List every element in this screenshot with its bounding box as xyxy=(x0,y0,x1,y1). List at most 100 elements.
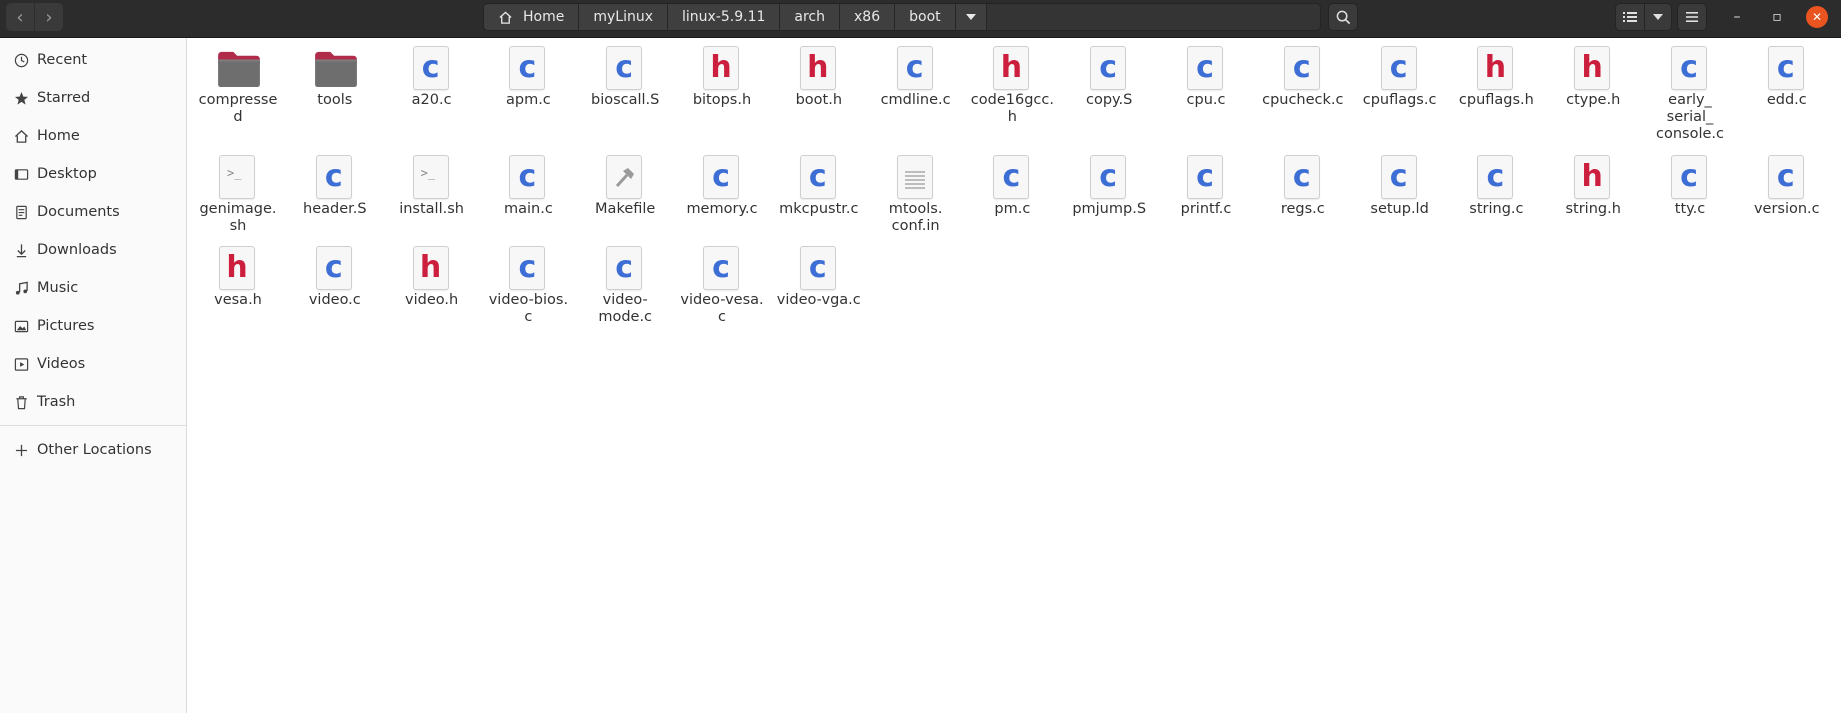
breadcrumb-label: Home xyxy=(523,9,565,25)
file-item[interactable]: >_ genimage. sh xyxy=(191,147,285,247)
forward-button[interactable]: › xyxy=(35,3,63,31)
list-view-button[interactable] xyxy=(1615,3,1645,31)
file-item[interactable]: h boot.h xyxy=(772,38,866,138)
file-item[interactable]: Makefile xyxy=(578,147,672,247)
file-item[interactable]: h cpuflags.h xyxy=(1449,38,1543,138)
file-name: string.c xyxy=(1469,201,1524,217)
text-file-icon xyxy=(895,155,937,199)
sidebar-item-pictures[interactable]: Pictures xyxy=(0,308,186,344)
file-type-glyph: c xyxy=(1196,159,1214,194)
c-source-file-icon: c xyxy=(1379,155,1421,199)
trash-icon xyxy=(13,394,29,410)
file-item[interactable]: tools xyxy=(288,38,382,138)
file-item[interactable]: c early_ serial_ console.c xyxy=(1643,38,1737,142)
file-item[interactable]: c printf.c xyxy=(1159,147,1253,247)
sidebar-item-downloads[interactable]: Downloads xyxy=(0,232,186,268)
back-button[interactable]: ‹ xyxy=(6,3,34,31)
breadcrumb-linux[interactable]: linux-5.9.11 xyxy=(668,4,781,30)
file-type-glyph: h xyxy=(419,250,442,285)
file-name: tools xyxy=(317,92,353,108)
file-item[interactable]: c header.S xyxy=(288,147,382,247)
file-item[interactable]: h vesa.h xyxy=(191,238,285,338)
file-name: apm.c xyxy=(505,92,551,108)
sidebar-item-label: Trash xyxy=(37,394,76,410)
file-item[interactable]: c main.c xyxy=(481,147,575,247)
file-item[interactable]: c pm.c xyxy=(965,147,1059,247)
file-name: main.c xyxy=(503,201,553,217)
file-item[interactable]: h code16gcc. h xyxy=(965,38,1059,138)
file-item[interactable]: c memory.c xyxy=(675,147,769,247)
sidebar-item-label: Pictures xyxy=(37,318,95,334)
file-type-glyph xyxy=(607,159,641,201)
c-header-file-icon: h xyxy=(411,246,453,290)
file-name: ctype.h xyxy=(1566,92,1621,108)
file-item[interactable]: c a20.c xyxy=(385,38,479,138)
menu-button[interactable] xyxy=(1677,3,1707,31)
file-item[interactable]: c copy.S xyxy=(1062,38,1156,138)
file-item[interactable]: c version.c xyxy=(1740,147,1834,247)
file-item[interactable]: mtools. conf.in xyxy=(869,147,963,247)
file-item[interactable]: c setup.ld xyxy=(1353,147,1447,247)
file-item[interactable]: c video-vga.c xyxy=(772,238,866,338)
file-item[interactable]: c video-vesa. c xyxy=(675,238,769,338)
file-item[interactable]: c string.c xyxy=(1449,147,1543,247)
file-item[interactable]: c apm.c xyxy=(481,38,575,138)
folder-icon xyxy=(217,46,260,90)
list-view-icon xyxy=(1623,12,1637,22)
file-item[interactable]: c tty.c xyxy=(1643,147,1737,247)
breadcrumb-home[interactable]: Home xyxy=(484,4,580,30)
breadcrumb-boot[interactable]: boot xyxy=(895,4,956,30)
close-button[interactable]: ✕ xyxy=(1806,6,1828,28)
file-item[interactable]: c cpuflags.c xyxy=(1353,38,1447,138)
file-item[interactable]: h ctype.h xyxy=(1546,38,1640,138)
file-name: pmjump.S xyxy=(1072,201,1147,217)
file-item[interactable]: c edd.c xyxy=(1740,38,1834,138)
breadcrumb-dropdown[interactable] xyxy=(955,4,987,30)
file-type-glyph: c xyxy=(1776,159,1795,194)
sidebar-item-other-locations[interactable]: Other Locations xyxy=(0,432,186,468)
file-item[interactable]: c video-bios. c xyxy=(481,238,575,338)
file-item[interactable]: h video.h xyxy=(385,238,479,338)
file-item[interactable]: h bitops.h xyxy=(675,38,769,138)
sidebar-item-music[interactable]: Music xyxy=(0,270,186,306)
file-item[interactable]: c cmdline.c xyxy=(869,38,963,138)
file-item[interactable]: c pmjump.S xyxy=(1062,147,1156,247)
breadcrumb-arch[interactable]: arch xyxy=(780,4,841,30)
sidebar-item-label: Other Locations xyxy=(37,442,152,458)
file-name: genimage. sh xyxy=(199,201,277,234)
file-item[interactable]: h string.h xyxy=(1546,147,1640,247)
breadcrumb-x86[interactable]: x86 xyxy=(840,4,896,30)
search-icon xyxy=(1336,10,1350,24)
search-button[interactable] xyxy=(1328,3,1358,31)
file-item[interactable]: c regs.c xyxy=(1256,147,1350,247)
file-item[interactable]: compresse d xyxy=(191,38,285,138)
file-name: bioscall.S xyxy=(590,92,660,108)
hamburger-icon xyxy=(1686,12,1698,22)
file-item[interactable]: c mkcpustr.c xyxy=(772,147,866,247)
sidebar-item-desktop[interactable]: Desktop xyxy=(0,156,186,192)
maximize-button[interactable]: ▫ xyxy=(1766,6,1788,28)
view-options-dropdown[interactable] xyxy=(1644,3,1672,31)
c-source-file-icon: c xyxy=(991,155,1033,199)
file-type-glyph: c xyxy=(518,159,537,194)
minimize-button[interactable]: – xyxy=(1726,6,1748,28)
desktop-icon xyxy=(13,166,29,182)
sidebar-item-recent[interactable]: Recent xyxy=(0,42,186,78)
file-item[interactable]: c bioscall.S xyxy=(578,38,672,138)
sidebar-item-videos[interactable]: Videos xyxy=(0,346,186,382)
file-name: mkcpustr.c xyxy=(779,201,859,217)
file-item[interactable]: c video.c xyxy=(288,238,382,338)
file-item[interactable]: >_ install.sh xyxy=(385,147,479,247)
sidebar-item-documents[interactable]: Documents xyxy=(0,194,186,230)
file-type-glyph: c xyxy=(808,250,827,285)
file-type-glyph: c xyxy=(1292,159,1311,194)
sidebar-item-starred[interactable]: Starred xyxy=(0,80,186,116)
file-item[interactable]: c cpu.c xyxy=(1159,38,1253,138)
breadcrumb-mylinux[interactable]: myLinux xyxy=(579,4,668,30)
sidebar-item-home[interactable]: Home xyxy=(0,118,186,154)
sidebar: Recent Starred Home Desktop Documents Do… xyxy=(0,38,187,713)
file-name: compresse d xyxy=(198,92,278,125)
sidebar-item-trash[interactable]: Trash xyxy=(0,384,186,420)
file-item[interactable]: c cpucheck.c xyxy=(1256,38,1350,138)
file-item[interactable]: c video-mode.c xyxy=(578,238,672,338)
